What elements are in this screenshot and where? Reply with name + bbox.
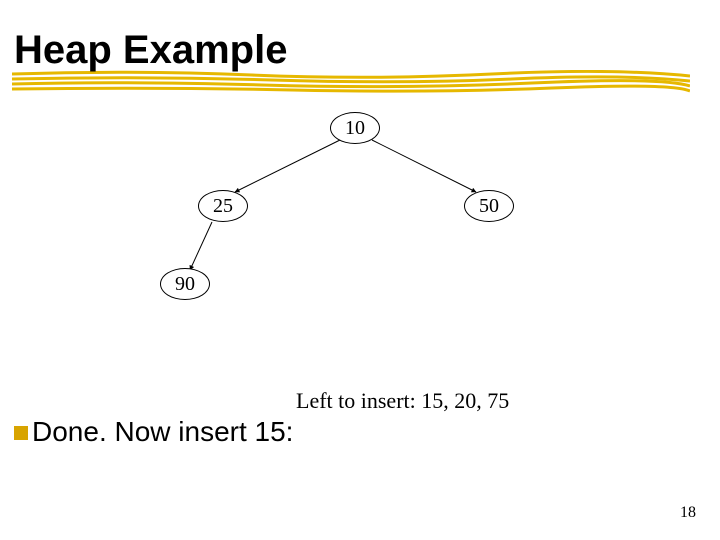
tree-node-left: 25 xyxy=(198,190,248,222)
tree-edges xyxy=(0,0,720,540)
tree-node-root: 10 xyxy=(330,112,380,144)
tree-node-leaf: 90 xyxy=(160,268,210,300)
tree-node-right: 50 xyxy=(464,190,514,222)
